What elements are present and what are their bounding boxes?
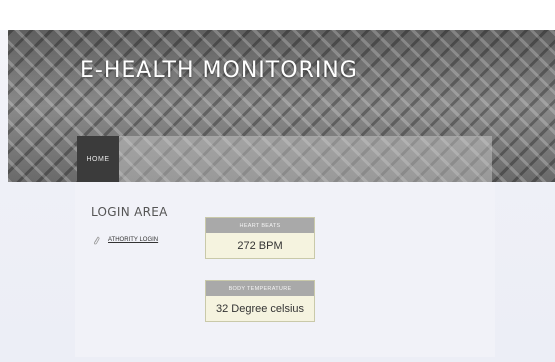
paperclip-icon	[93, 236, 100, 245]
heart-beats-card: HEART BEATS 272 BPM	[205, 217, 315, 259]
body-temperature-value: 32 Degree celsius	[215, 302, 305, 315]
body-temperature-label: BODY TEMPERATURE	[206, 281, 314, 296]
heart-beats-label: HEART BEATS	[206, 218, 314, 233]
top-margin	[0, 0, 555, 30]
nav-bar	[77, 136, 492, 182]
login-area-heading: LOGIN AREA	[91, 205, 168, 219]
nav-home-link[interactable]: HOME	[77, 136, 119, 182]
heart-beats-value: 272 BPM	[237, 239, 283, 252]
site-title: E-HEALTH MONITORING	[80, 58, 358, 83]
authority-login-link[interactable]: ATHORITY LOGIN	[108, 237, 158, 243]
body-temperature-card: BODY TEMPERATURE 32 Degree celsius	[205, 280, 315, 322]
